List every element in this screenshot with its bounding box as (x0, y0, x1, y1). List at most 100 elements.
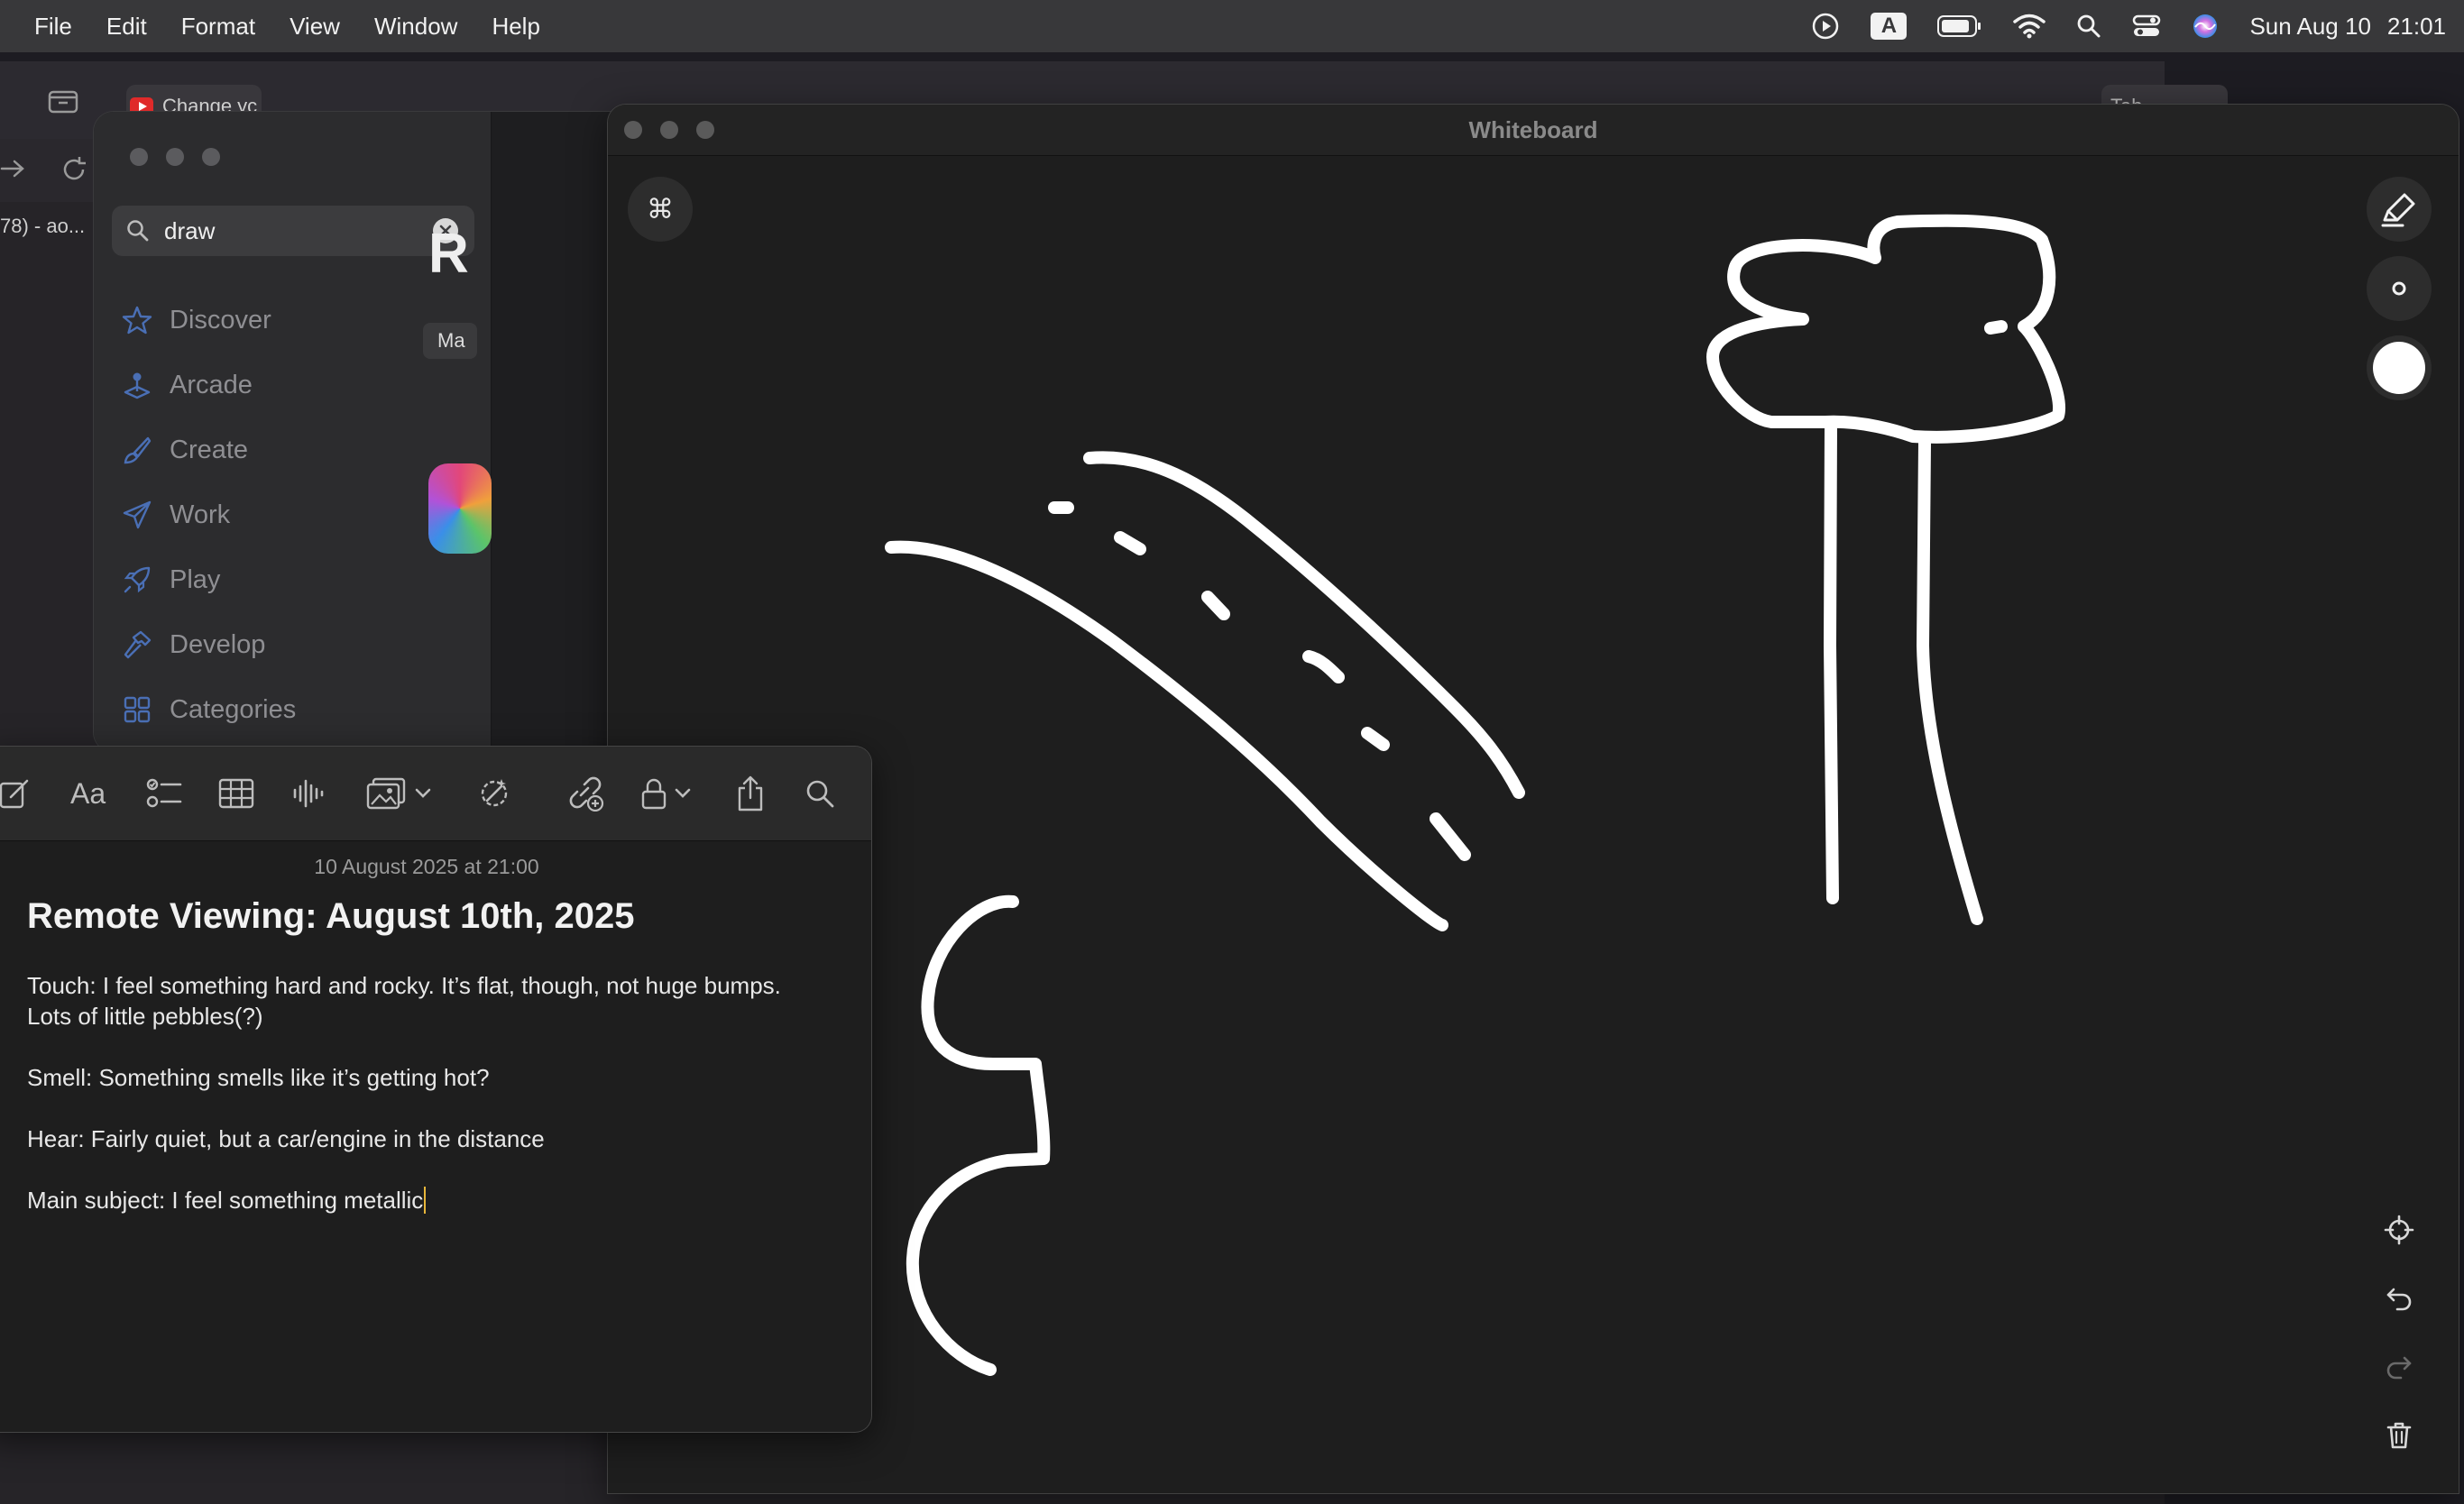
share-icon[interactable] (736, 774, 765, 813)
undo-icon[interactable] (2374, 1273, 2424, 1324)
search-icon[interactable] (804, 774, 835, 813)
note-line-touch-cont[interactable]: Lots of little pebbles(?) (27, 1001, 839, 1032)
status-area: A Sun Aug 10 21:01 (1811, 0, 2464, 52)
brush-size-icon[interactable] (2367, 256, 2432, 321)
menu-view[interactable]: View (290, 13, 340, 41)
media-icon[interactable] (366, 774, 406, 813)
stroke-dash-6 (1430, 812, 1471, 861)
sidebar-item-categories[interactable]: Categories (121, 687, 296, 732)
now-playing-icon[interactable] (1811, 12, 1840, 41)
minimize-button[interactable] (166, 148, 184, 166)
sidebar-item-create[interactable]: Create (121, 427, 248, 472)
sidebar-item-work[interactable]: Work (121, 492, 230, 537)
input-source-label: A (1871, 13, 1908, 40)
note-title[interactable]: Remote Viewing: August 10th, 2025 (27, 896, 635, 937)
command-icon[interactable]: ⌘ (628, 177, 693, 242)
filter-pill[interactable]: Ma (423, 323, 477, 359)
search-field[interactable] (112, 206, 474, 256)
stroke-dash-3 (1201, 591, 1230, 620)
zoom-button[interactable] (202, 148, 220, 166)
joystick-icon (121, 370, 153, 400)
sidebar-item-label: Play (170, 564, 221, 594)
color-swatch-icon[interactable] (2367, 335, 2432, 400)
forward-icon[interactable] (0, 155, 27, 182)
menu-clock[interactable]: Sun Aug 10 21:01 (2249, 13, 2446, 41)
rocket-icon (121, 564, 153, 595)
redo-icon[interactable] (2374, 1342, 2424, 1392)
star-icon (121, 305, 153, 335)
app-menus: File Edit Format View Window Help (0, 0, 540, 52)
clock-date: Sun Aug 10 (2249, 12, 2371, 40)
search-icon (126, 219, 150, 243)
collaborate-icon[interactable] (566, 774, 604, 813)
spotlight-search-icon[interactable] (2076, 14, 2101, 39)
sidebar-item-label: Categories (170, 694, 297, 724)
app-icon[interactable] (428, 463, 492, 554)
lock-icon[interactable] (640, 774, 667, 813)
recenter-icon[interactable] (2374, 1205, 2424, 1255)
sidebar-item-label: Create (170, 435, 249, 464)
menu-window[interactable]: Window (374, 13, 457, 41)
stroke-pole-right (1917, 436, 1983, 925)
sidebar-item-label: Discover (170, 305, 271, 335)
text-caret (424, 1187, 427, 1214)
page-heading: R (428, 223, 469, 285)
note-line-hear[interactable]: Hear: Fairly quiet, but a car/engine in … (27, 1123, 839, 1154)
wifi-icon[interactable] (2013, 14, 2046, 39)
siri-icon[interactable] (2192, 13, 2219, 40)
browser-sidebar-tab[interactable]: 78) - ao... (0, 215, 85, 238)
battery-icon[interactable] (1937, 14, 1982, 38)
table-icon[interactable] (218, 774, 254, 813)
clock-time: 21:01 (2386, 12, 2446, 40)
hammer-icon (121, 629, 153, 660)
paperplane-icon (121, 500, 153, 530)
window-title: Whiteboard (1468, 116, 1598, 143)
chevron-down-icon[interactable] (675, 774, 691, 813)
close-button[interactable] (130, 148, 148, 166)
search-input[interactable] (162, 216, 428, 246)
writing-tools-icon[interactable] (476, 774, 512, 813)
brush-icon (121, 435, 153, 465)
notes-window: Aa 10 August 2025 at 21:00 Remote Viewin… (0, 747, 871, 1432)
stroke-brace (906, 894, 1051, 1376)
reload-icon[interactable] (60, 155, 88, 184)
notes-toolbar: Aa (0, 747, 871, 841)
menu-format[interactable]: Format (181, 13, 255, 41)
sidebar-toggle-icon[interactable] (47, 87, 79, 115)
sidebar-item-label: Work (170, 500, 231, 529)
note-line-touch[interactable]: Touch: I feel something hard and rocky. … (27, 970, 839, 1001)
sidebar-item-develop[interactable]: Develop (121, 622, 265, 667)
sidebar-item-discover[interactable]: Discover (121, 298, 271, 343)
menu-edit[interactable]: Edit (106, 13, 147, 41)
text-format-icon[interactable]: Aa (70, 774, 106, 813)
menu-file[interactable]: File (34, 13, 72, 41)
stroke-road-left (885, 540, 1448, 931)
stroke-pole-left (1824, 418, 1839, 904)
highlighter-icon[interactable] (2367, 177, 2432, 242)
window-titlebar: Whiteboard (608, 105, 2459, 156)
control-center-icon[interactable] (2132, 14, 2161, 39)
app-store-sidebar: Discover Arcade Create Work Play Develop… (94, 112, 492, 752)
audio-icon[interactable] (292, 774, 325, 813)
app-store-window: Discover Arcade Create Work Play Develop… (94, 112, 635, 752)
checklist-icon[interactable] (146, 774, 182, 813)
compose-icon[interactable] (0, 774, 31, 813)
grid-icon (121, 695, 153, 724)
chevron-down-icon[interactable] (415, 774, 431, 813)
drawing-canvas[interactable] (608, 105, 2459, 1493)
stroke-dash-5 (1361, 727, 1390, 751)
sidebar-item-arcade[interactable]: Arcade (121, 362, 253, 408)
stroke-road-right (1083, 451, 1525, 799)
sidebar-item-play[interactable]: Play (121, 557, 220, 602)
stroke-dash-4 (1302, 650, 1345, 683)
stroke-sign-tick (1984, 320, 2008, 335)
note-line-smell[interactable]: Smell: Something smells like it’s gettin… (27, 1062, 839, 1093)
sidebar-item-label: Arcade (170, 370, 253, 399)
note-date: 10 August 2025 at 21:00 (314, 855, 539, 878)
note-line-main-subject[interactable]: Main subject: I feel something metallic (27, 1185, 839, 1215)
trash-icon[interactable] (2374, 1410, 2424, 1461)
menu-help[interactable]: Help (492, 13, 539, 41)
stroke-dash-2 (1114, 531, 1146, 555)
input-source-icon[interactable]: A (1871, 13, 1908, 40)
sidebar-item-label: Develop (170, 629, 266, 659)
